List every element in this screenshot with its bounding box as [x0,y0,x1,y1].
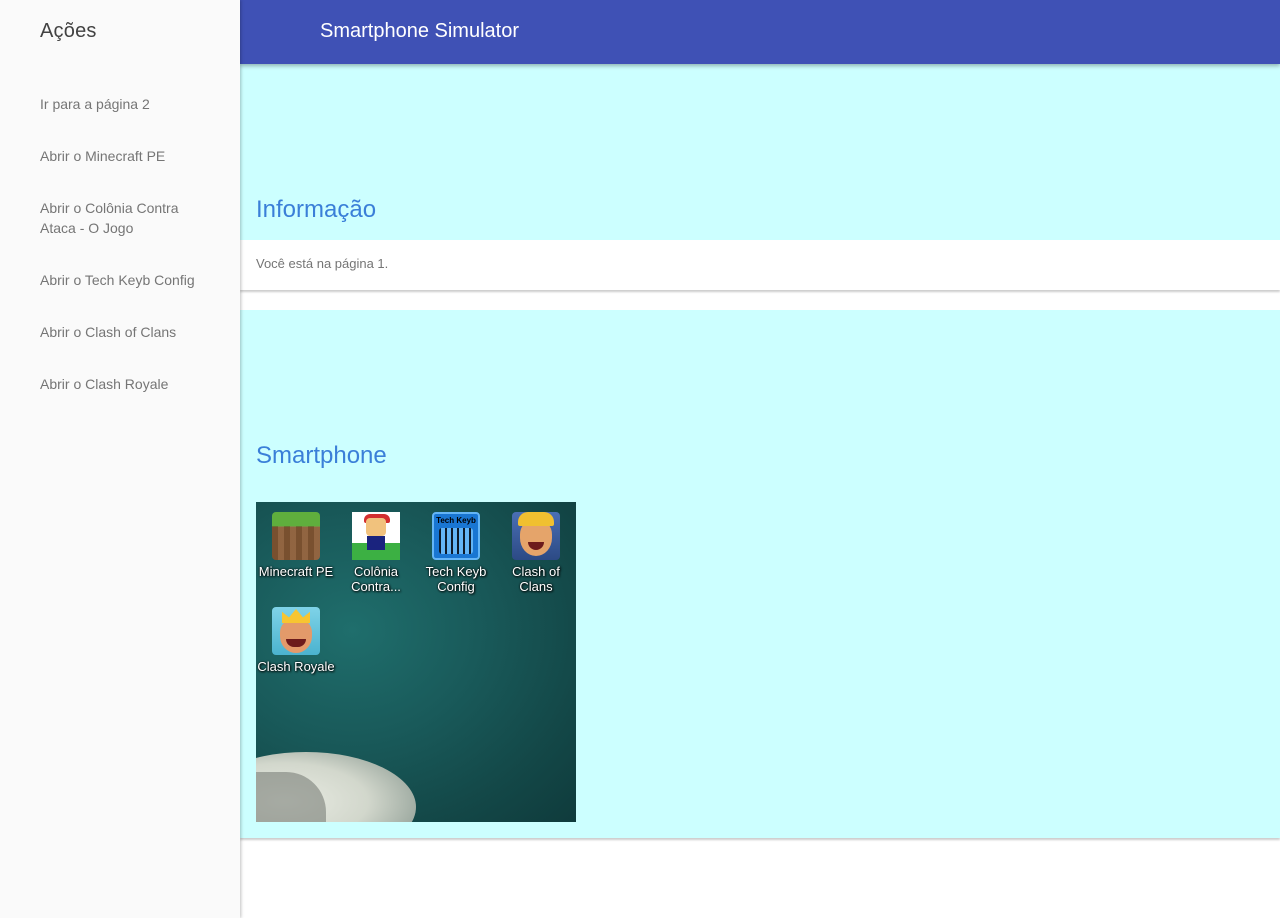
app-header: Smartphone Simulator [240,0,1280,64]
app-label: Clash Royale [257,659,335,674]
drawer-nav: Ir para a página 2 Abrir o Minecraft PE … [0,78,240,410]
app-label: Colônia Contra... [351,564,401,594]
navigation-drawer: Ações Ir para a página 2 Abrir o Minecra… [0,0,240,918]
app-clash-of-clans[interactable]: Clash of Clans [496,512,576,594]
drawer-link-page-2[interactable]: Ir para a página 2 [0,78,240,130]
drawer-link-clash-royale[interactable]: Abrir o Clash Royale [0,358,240,410]
drawer-title: Ações [40,20,97,42]
drawer-link-tech-keyb[interactable]: Abrir o Tech Keyb Config [0,254,240,306]
app-label: Clash of Clans [512,564,560,594]
drawer-link-minecraft[interactable]: Abrir o Minecraft PE [0,130,240,182]
clash-royale-icon [272,607,320,655]
app-tech-keyb[interactable]: Tech Keyb Tech Keyb Config [416,512,496,594]
smartphone-card: Smartphone Minecraft PE Colônia Contra..… [240,310,1280,838]
smartphone-card-title: Smartphone [256,442,387,469]
info-card-title: Informação [256,196,377,223]
colonia-icon [352,512,400,560]
info-card-title-area: Informação [240,64,1280,240]
info-card-text: Você está na página 1. [256,256,389,271]
clash-of-clans-icon [512,512,560,560]
app-colonia[interactable]: Colônia Contra... [336,512,416,594]
drawer-link-clash-of-clans[interactable]: Abrir o Clash of Clans [0,306,240,358]
app-clash-royale[interactable]: Clash Royale [256,607,336,674]
info-card: Informação Você está na página 1. [240,64,1280,290]
app-label: Minecraft PE [258,564,334,579]
minecraft-icon [272,512,320,560]
app-minecraft[interactable]: Minecraft PE [256,512,336,579]
phone-screen: Minecraft PE Colônia Contra... Tech Keyb… [256,502,576,822]
keyboard-icon: Tech Keyb [432,512,480,560]
drawer-link-colonia[interactable]: Abrir o Colônia Contra Ataca - O Jogo [0,182,240,254]
header-title: Smartphone Simulator [320,20,519,42]
app-label: Tech Keyb Config [425,564,487,594]
